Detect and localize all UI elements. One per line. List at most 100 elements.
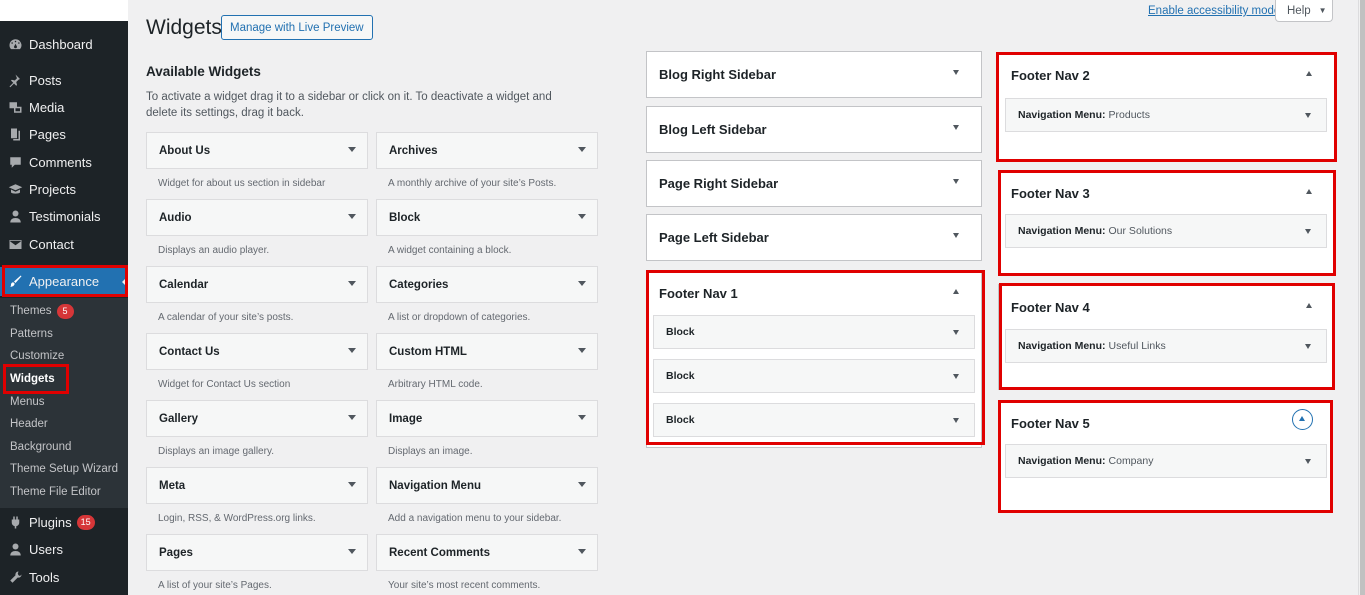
dropdown-arrow-icon[interactable]	[348, 482, 356, 487]
menu-posts[interactable]: Posts	[0, 67, 128, 94]
dropdown-arrow-icon[interactable]	[1305, 459, 1311, 464]
collapse-arrow-icon[interactable]	[1306, 189, 1312, 194]
manage-live-preview-button[interactable]: Manage with Live Preview	[221, 15, 373, 40]
collapse-arrow-icon[interactable]	[1306, 71, 1312, 76]
menu-users[interactable]: Users	[0, 536, 128, 563]
menu-testimonials[interactable]: Testimonials	[0, 203, 128, 230]
dropdown-arrow-icon[interactable]	[953, 418, 959, 423]
widget-gallery[interactable]: Gallery	[146, 400, 368, 437]
scrollbar-thumb[interactable]	[1360, 0, 1365, 595]
expand-arrow-icon[interactable]	[953, 70, 959, 75]
sidebar-blog-left[interactable]: Blog Left Sidebar	[646, 106, 982, 153]
expand-arrow-icon[interactable]	[953, 233, 959, 238]
dropdown-arrow-icon[interactable]	[1305, 229, 1311, 234]
widget-title: Custom HTML	[389, 345, 467, 358]
dropdown-arrow-icon[interactable]	[953, 374, 959, 379]
dropdown-arrow-icon[interactable]	[578, 549, 586, 554]
menu-dashboard[interactable]: Dashboard	[0, 31, 128, 58]
widget-about-us[interactable]: About Us	[146, 132, 368, 169]
dropdown-arrow-icon[interactable]	[1305, 344, 1311, 349]
widget-archives[interactable]: Archives	[376, 132, 598, 169]
menu-appearance[interactable]: Appearance	[0, 267, 128, 296]
widget-calendar[interactable]: Calendar	[146, 266, 368, 303]
submenu-themes-label: Themes	[10, 305, 52, 317]
widget-description: Login, RSS, & WordPress.org links.	[158, 513, 316, 524]
sidebar-widget-block[interactable]: Block	[653, 359, 975, 393]
sidebar-page-left[interactable]: Page Left Sidebar	[646, 214, 982, 261]
dropdown-arrow-icon[interactable]	[578, 482, 586, 487]
submenu-menus[interactable]: Menus	[10, 393, 45, 411]
submenu-patterns[interactable]: Patterns	[10, 325, 53, 343]
menu-contact[interactable]: Contact	[0, 231, 128, 258]
menu-contact-label: Contact	[29, 237, 74, 252]
widget-title: Pages	[159, 546, 193, 559]
dropdown-arrow-icon[interactable]	[1305, 113, 1311, 118]
collapse-arrow-icon[interactable]	[1292, 409, 1313, 430]
collapse-arrow-icon[interactable]	[1306, 303, 1312, 308]
sidebar-widget-nav-products[interactable]: Navigation Menu: Products	[1005, 98, 1327, 132]
sidebar-footer-nav-4[interactable]: Footer Nav 4 Navigation Menu: Useful Link…	[998, 284, 1335, 390]
dropdown-arrow-icon[interactable]	[578, 281, 586, 286]
sidebar-widget-title: Navigation Menu:	[1018, 109, 1106, 121]
dropdown-arrow-icon[interactable]	[348, 549, 356, 554]
menu-pages[interactable]: Pages	[0, 121, 128, 148]
sidebar-footer-nav-3[interactable]: Footer Nav 3 Navigation Menu: Our Solutio…	[998, 170, 1335, 276]
widget-audio[interactable]: Audio	[146, 199, 368, 236]
widget-categories[interactable]: Categories	[376, 266, 598, 303]
menu-tools[interactable]: Tools	[0, 564, 128, 591]
sidebar-footer-nav-5[interactable]: Footer Nav 5 Navigation Menu: Company	[998, 400, 1332, 512]
widget-description: Your site’s most recent comments.	[388, 580, 541, 591]
sidebar-widget-title: Block	[666, 326, 695, 338]
sidebar-widget-nav-our-solutions[interactable]: Navigation Menu: Our Solutions	[1005, 214, 1327, 248]
menu-projects[interactable]: Projects	[0, 176, 128, 203]
sidebar-widget-block[interactable]: Block	[653, 315, 975, 349]
collapse-arrow-icon[interactable]	[953, 289, 959, 294]
widget-custom-html[interactable]: Custom HTML	[376, 333, 598, 370]
submenu-theme-file-editor[interactable]: Theme File Editor	[10, 483, 101, 501]
dropdown-arrow-icon[interactable]	[348, 415, 356, 420]
widget-title: About Us	[159, 144, 211, 157]
dropdown-arrow-icon[interactable]	[953, 330, 959, 335]
widget-block[interactable]: Block	[376, 199, 598, 236]
sidebar-blog-right[interactable]: Blog Right Sidebar	[646, 51, 982, 98]
widget-contact-us[interactable]: Contact Us	[146, 333, 368, 370]
dropdown-arrow-icon[interactable]	[578, 214, 586, 219]
widget-meta[interactable]: Meta	[146, 467, 368, 504]
widget-navigation-menu[interactable]: Navigation Menu	[376, 467, 598, 504]
sidebar-page-right[interactable]: Page Right Sidebar	[646, 160, 982, 207]
widget-pages[interactable]: Pages	[146, 534, 368, 571]
sidebar-widget-nav-company[interactable]: Navigation Menu: Company	[1005, 444, 1327, 478]
page-scrollbar[interactable]	[1358, 0, 1365, 595]
widget-description: A calendar of your site’s posts.	[158, 312, 294, 323]
menu-comments[interactable]: Comments	[0, 149, 128, 176]
dropdown-arrow-icon[interactable]	[578, 415, 586, 420]
available-widgets-description: To activate a widget drag it to a sideba…	[146, 91, 552, 119]
sidebar-widget-block[interactable]: Block	[653, 403, 975, 437]
submenu-theme-setup-wizard[interactable]: Theme Setup Wizard	[10, 460, 118, 478]
dropdown-arrow-icon[interactable]	[348, 147, 356, 152]
dropdown-arrow-icon[interactable]	[348, 348, 356, 353]
enable-accessibility-mode-link[interactable]: Enable accessibility mode	[1148, 5, 1280, 17]
dropdown-arrow-icon[interactable]	[348, 281, 356, 286]
sidebar-widget-nav-useful-links[interactable]: Navigation Menu: Useful Links	[1005, 329, 1327, 363]
submenu-themes[interactable]: Themes 5	[10, 302, 74, 320]
expand-arrow-icon[interactable]	[953, 179, 959, 184]
widget-description: Displays an image.	[388, 446, 473, 457]
dropdown-arrow-icon[interactable]	[348, 214, 356, 219]
expand-arrow-icon[interactable]	[953, 125, 959, 130]
help-tab[interactable]: Help ▼	[1275, 0, 1333, 22]
submenu-widgets[interactable]: Widgets	[10, 370, 55, 388]
submenu-customize[interactable]: Customize	[10, 347, 64, 365]
dropdown-arrow-icon[interactable]	[578, 147, 586, 152]
sidebar-footer-nav-1[interactable]: Footer Nav 1 Block Block Block	[646, 270, 982, 448]
widget-description: A widget containing a block.	[388, 245, 512, 256]
menu-plugins[interactable]: Plugins 15	[0, 509, 128, 536]
widget-description: Arbitrary HTML code.	[388, 379, 483, 390]
widget-recent-comments[interactable]: Recent Comments	[376, 534, 598, 571]
submenu-header[interactable]: Header	[10, 415, 48, 433]
menu-media[interactable]: Media	[0, 94, 128, 121]
dropdown-arrow-icon[interactable]	[578, 348, 586, 353]
widget-image[interactable]: Image	[376, 400, 598, 437]
sidebar-footer-nav-2[interactable]: Footer Nav 2 Navigation Menu: Products	[998, 52, 1335, 160]
submenu-background[interactable]: Background	[10, 438, 71, 456]
